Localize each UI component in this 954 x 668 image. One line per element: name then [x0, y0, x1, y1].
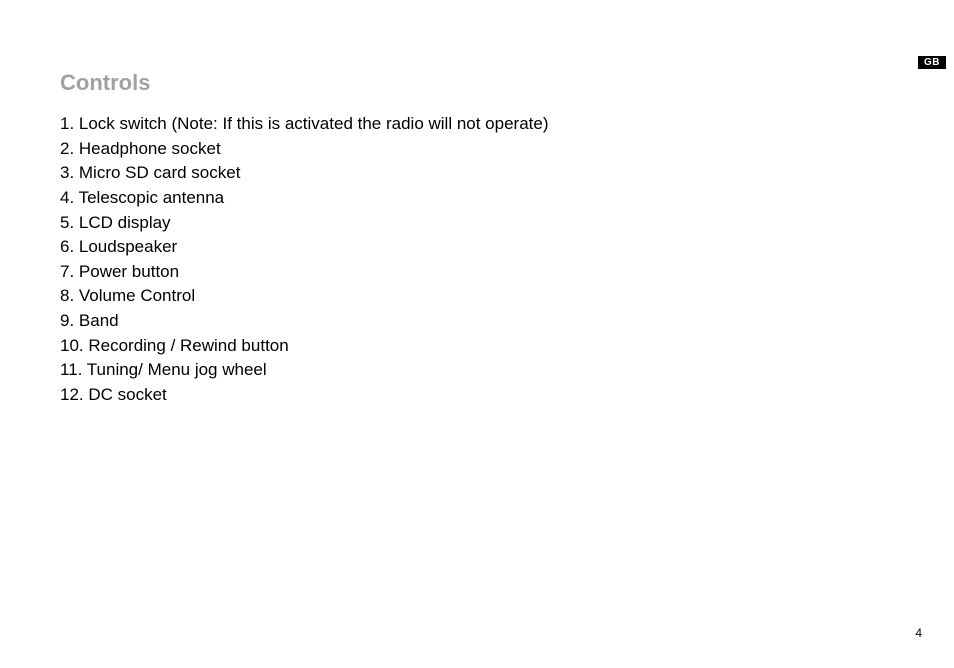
controls-list: 1. Lock switch (Note: If this is activat…: [60, 112, 894, 408]
list-item: 7. Power button: [60, 260, 894, 285]
list-item: 10. Recording / Rewind button: [60, 334, 894, 359]
list-item: 12. DC socket: [60, 383, 894, 408]
list-item: 11. Tuning/ Menu jog wheel: [60, 358, 894, 383]
page-number: 4: [915, 626, 922, 640]
page-title: Controls: [60, 70, 894, 96]
language-tag: GB: [918, 56, 946, 69]
list-item: 8. Volume Control: [60, 284, 894, 309]
list-item: 4. Telescopic antenna: [60, 186, 894, 211]
list-item: 5. LCD display: [60, 211, 894, 236]
list-item: 2. Headphone socket: [60, 137, 894, 162]
list-item: 9. Band: [60, 309, 894, 334]
list-item: 1. Lock switch (Note: If this is activat…: [60, 112, 894, 137]
list-item: 3. Micro SD card socket: [60, 161, 894, 186]
list-item: 6. Loudspeaker: [60, 235, 894, 260]
page-container: GB Controls 1. Lock switch (Note: If thi…: [0, 0, 954, 668]
